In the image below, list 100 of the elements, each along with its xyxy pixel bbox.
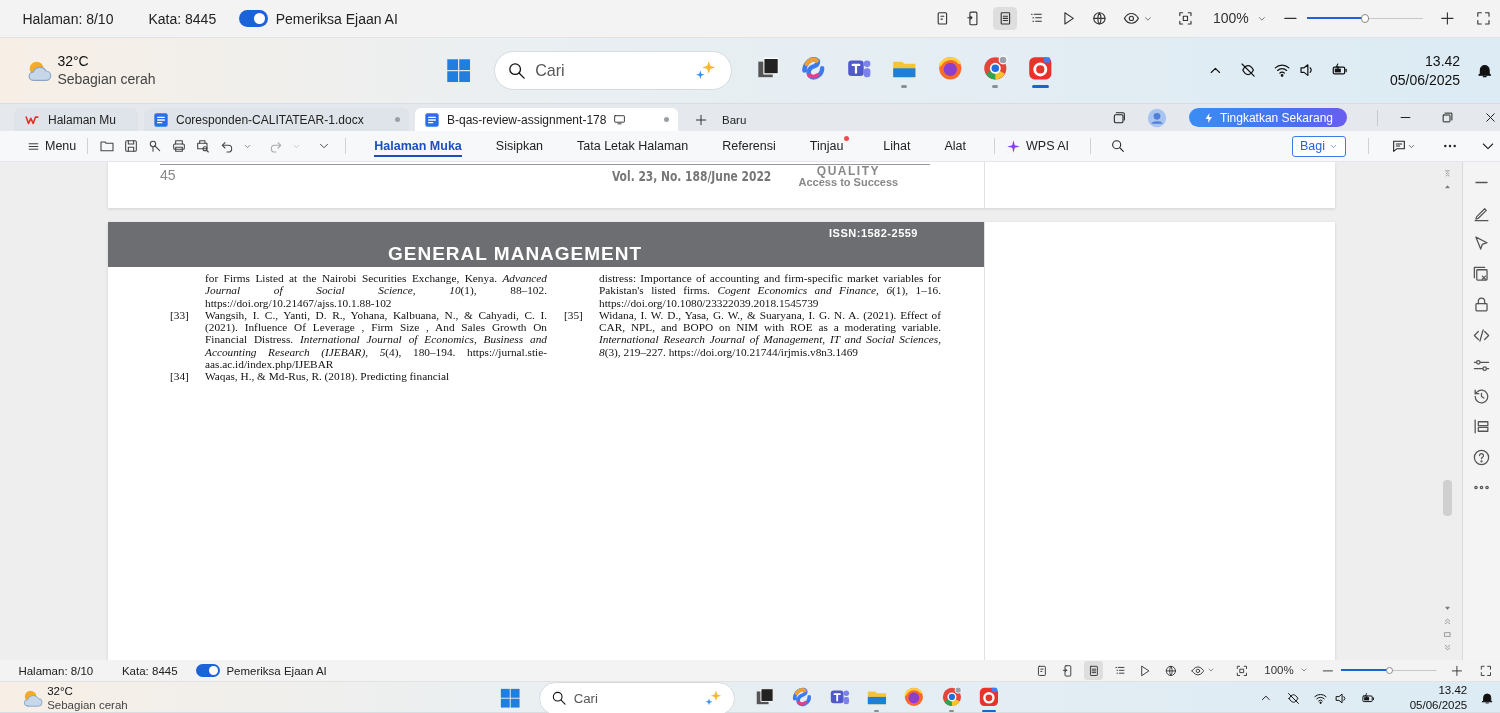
reference-text: Wangsih, I. C., Yanti, D. R., Yohana, Kalbuana, N., & Cahyadi, C. I. (2021). Influence Of Leverage , Firm Size , And Sales Growth On Financial Distress. International Journal of Economics, Business and Accounting Research (IJEBAR), 5(4), 180–194. https://jurnal.stie-aas.ac.id/index.php/IJEBAR <box>205 308 547 371</box>
unsaved-dot <box>395 117 400 122</box>
document-tab[interactable]: B-qas-review-assignment-178 <box>415 108 678 131</box>
ribbon-tab[interactable]: Halaman Muka <box>374 135 462 157</box>
monitor-icon <box>613 113 627 126</box>
clock-date: 05/06/2025 <box>1409 698 1468 713</box>
clock[interactable]: 13.42 05/06/2025 <box>1390 51 1461 90</box>
search-icon[interactable] <box>1110 138 1127 154</box>
layout-icon[interactable] <box>1472 417 1491 436</box>
print-preview-icon[interactable] <box>195 138 212 154</box>
unsaved-dot <box>664 117 669 122</box>
ribbon-tab[interactable]: Sisipkan <box>495 135 544 157</box>
cursor-icon[interactable] <box>1472 234 1491 253</box>
word-count: Kata: 8445 <box>148 10 217 27</box>
ribbon-tab[interactable]: Lihat <box>883 135 911 157</box>
reference-number: [35] <box>564 308 584 323</box>
window-restore-icon[interactable] <box>1111 109 1128 126</box>
page-count: Halaman: 8/10 <box>22 10 114 27</box>
reference-text: for Firms Listed at the Nairobi Securities Exchange, Kenya. Advanced Journal of Social Science, 10(1), 88–102. https://doi.org/10.21467/ajss.10.1.88-102 <box>205 272 547 309</box>
ribbon-tab[interactable]: Alat <box>944 135 966 157</box>
share-button[interactable]: Bagi <box>1291 135 1346 157</box>
section-title: GENERAL MANAGEMENT <box>388 243 644 265</box>
word-count: Kata: 8445 <box>121 664 178 677</box>
eye-dropdown[interactable] <box>1123 10 1153 27</box>
search-input[interactable]: Cari <box>573 690 696 706</box>
office-app-icon <box>977 686 1000 708</box>
fit-page-icon[interactable] <box>1177 10 1195 27</box>
reference-number: [34] <box>170 370 190 383</box>
search-input[interactable]: Cari <box>535 61 685 80</box>
reference-text: distress: Importance of accounting and firm-specific market variables for Pakistan's listed firms. Cogent Economics and Finance, 6(1), 1–16. https://doi.org/10.1080/23322039.2018.1545739 <box>599 272 941 309</box>
folder-icon[interactable] <box>99 138 116 154</box>
upgrade-button[interactable]: Tingkatkan Sekarang <box>1189 108 1347 127</box>
temperature: 32°C <box>47 684 74 699</box>
save-icon[interactable] <box>123 138 140 154</box>
ai-button[interactable]: WPS AI <box>1006 138 1070 154</box>
document-icon <box>424 111 440 128</box>
journal-issue: Vol. 23, No. 188/June 2022 <box>611 168 771 184</box>
browser-app-icon <box>940 686 963 708</box>
search-icon <box>550 690 567 707</box>
scrollbar-thumb[interactable] <box>1443 479 1452 516</box>
clock-time: 13.42 <box>1438 682 1468 698</box>
clock[interactable]: 13.42 05/06/2025 <box>1409 682 1468 713</box>
reference-text: Waqas, H., & Md-Rus, R. (2018). Predicting financial <box>205 370 451 383</box>
new-tab-button[interactable]: Baru <box>722 113 747 126</box>
location-off-icon[interactable] <box>1285 690 1301 706</box>
issn-label: ISSN:1582-2559 <box>829 227 918 239</box>
scroll-down-icon[interactable] <box>1444 605 1451 612</box>
logo-subtitle: Access to Success <box>798 177 899 188</box>
weather-condition: Sebagian cerah <box>47 698 128 713</box>
menu-button[interactable]: Menu <box>45 139 77 153</box>
eye-icon <box>1123 10 1141 27</box>
search-bar[interactable]: Cari <box>539 682 735 713</box>
print-icon[interactable] <box>171 138 188 154</box>
zoom-in-icon[interactable] <box>1439 10 1456 27</box>
logo-title: QUALITY <box>816 165 880 177</box>
close-icon[interactable] <box>1483 110 1498 125</box>
toggle-switch[interactable] <box>238 10 268 27</box>
page-number: 45 <box>160 167 176 183</box>
help-icon[interactable] <box>1472 447 1491 467</box>
ribbon-tab[interactable]: Tata Letak Halaman <box>577 135 689 157</box>
document-tab[interactable]: Coresponden-CALITATEAR-1.docx <box>144 108 409 131</box>
scroll-up-icon[interactable] <box>1444 183 1451 190</box>
document-tab[interactable]: Halaman Mu <box>14 108 138 131</box>
spellcheck-label: Pemeriksa Ejaan AI <box>226 664 327 677</box>
flame-globe-app-icon <box>903 686 926 708</box>
globe-icon <box>1091 10 1109 27</box>
clock-time: 13.42 <box>1425 51 1461 71</box>
slider-thumb[interactable] <box>1360 14 1370 23</box>
notification-bell-icon[interactable] <box>1479 691 1495 706</box>
fit-page-icon[interactable] <box>1235 663 1249 678</box>
swirl-app-icon <box>791 686 813 708</box>
reference-text: Widana, I. W. D., Yasa, G. W., & Suaryana, I. G. N. A. (2021). Effect of CAR, NPL, and BOPO on NIM with ROE as a moderating variable. International Research Journal of Management, IT and Social Sciences, 8(3), 219–227. https://doi.org/10.21744/irjmis.v8n3.1469 <box>599 308 941 359</box>
globe-icon <box>1164 663 1179 678</box>
layers-icon[interactable] <box>1472 264 1491 284</box>
eye-dropdown[interactable] <box>1190 663 1215 678</box>
clock-date: 05/06/2025 <box>1390 70 1461 90</box>
maximize-icon[interactable] <box>1440 110 1455 125</box>
fullscreen-icon[interactable] <box>1479 663 1494 678</box>
comment-icon[interactable] <box>1391 138 1407 154</box>
page-view-button[interactable] <box>993 6 1018 31</box>
avatar-icon[interactable] <box>1147 107 1168 128</box>
start-icon[interactable] <box>444 56 472 85</box>
weather-condition: Sebagian cerah <box>57 70 156 88</box>
reference-number: [33] <box>170 308 190 323</box>
slider-thumb[interactable] <box>1385 667 1393 674</box>
fullscreen-icon[interactable] <box>1474 10 1492 27</box>
ribbon-tab[interactable]: Tinjau <box>809 135 850 157</box>
plus-icon[interactable] <box>694 112 708 127</box>
search-bar[interactable]: Cari <box>493 50 732 91</box>
document-icon <box>153 111 169 128</box>
wifi-icon[interactable] <box>1272 61 1291 80</box>
zoom-level[interactable]: 100% <box>1264 664 1294 677</box>
ribbon-tab[interactable]: Referensi <box>722 135 776 157</box>
eye-icon <box>1190 663 1205 678</box>
temperature: 32°C <box>57 53 90 71</box>
start-icon[interactable] <box>499 687 522 710</box>
zoom-level[interactable]: 100% <box>1213 10 1249 27</box>
lock-icon[interactable] <box>1472 295 1491 314</box>
toggle-switch[interactable] <box>195 663 221 678</box>
page-view-button[interactable] <box>1083 660 1104 681</box>
